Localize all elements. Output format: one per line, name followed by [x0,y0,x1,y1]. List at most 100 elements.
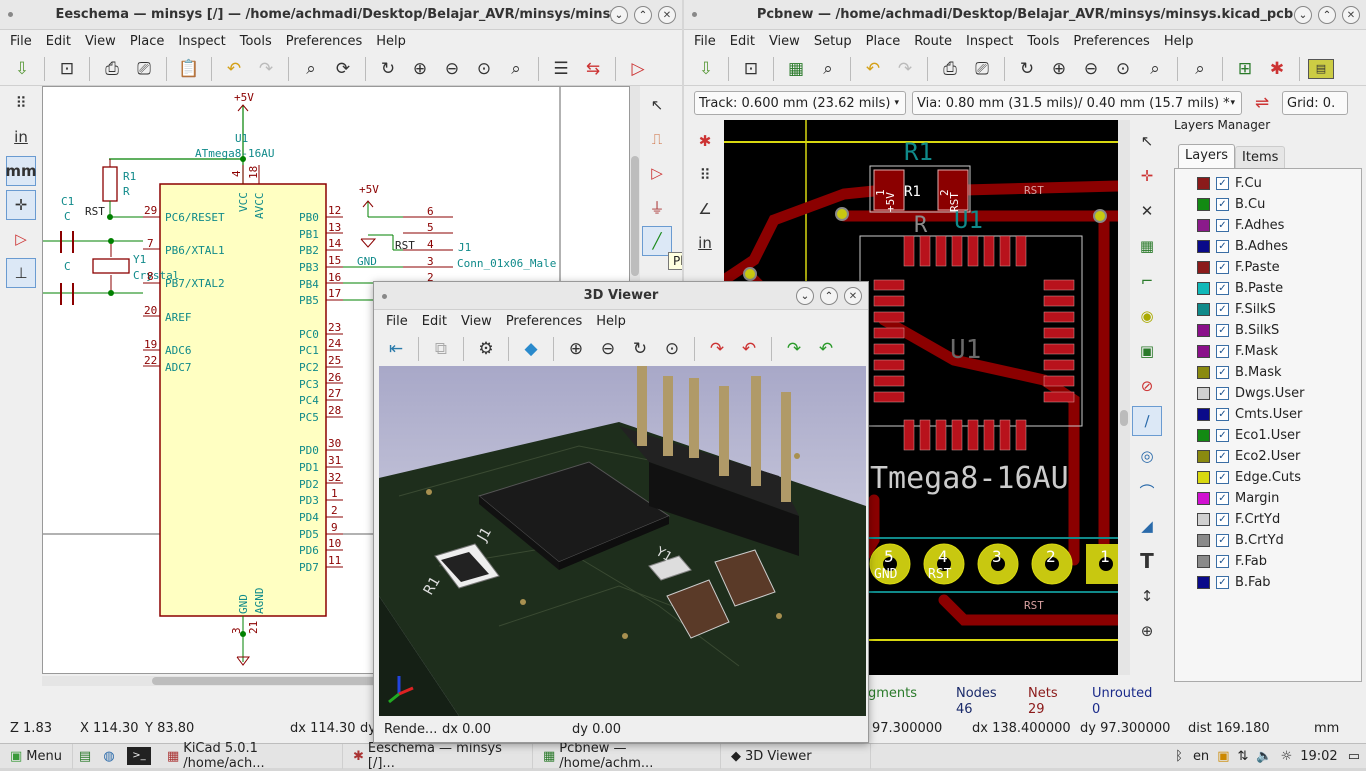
add-zone-icon[interactable]: ▣ [1132,336,1162,366]
tab-layers[interactable]: Layers [1178,144,1236,168]
auto-width-icon[interactable]: ⇌ [1248,89,1276,117]
layer-row-f-cu[interactable]: ✓ F.Cu [1175,173,1361,194]
layer-color-swatch[interactable] [1197,366,1210,379]
save-icon[interactable]: ⇩ [692,55,720,83]
page-settings-icon[interactable]: ⊡ [53,55,81,83]
layer-visibility-checkbox[interactable]: ✓ [1216,198,1229,211]
print-icon[interactable]: ⎙ [936,55,964,83]
reload-board-icon[interactable]: ⇤ [382,335,410,363]
layer-row-f-fab[interactable]: ✓ F.Fab [1175,551,1361,572]
layer-visibility-checkbox[interactable]: ✓ [1216,303,1229,316]
zoom-fit-icon[interactable]: ⊙ [658,335,686,363]
layer-row-b-paste[interactable]: ✓ B.Paste [1175,278,1361,299]
add-footprint-icon[interactable]: ▦ [1132,231,1162,261]
layer-color-swatch[interactable] [1197,240,1210,253]
layer-row-f-silks[interactable]: ✓ F.SilkS [1175,299,1361,320]
terminal-icon[interactable]: >_ [127,747,151,765]
raytrace-cube-icon[interactable]: ◆ [517,335,545,363]
layer-color-swatch[interactable] [1197,450,1210,463]
close-button[interactable]: ✕ [844,287,862,305]
menu-view[interactable]: View [461,314,492,329]
zoom-out-icon[interactable]: ⊖ [1077,55,1105,83]
maximize-button[interactable]: ⌃ [820,287,838,305]
menu-tools[interactable]: Tools [1027,34,1059,49]
menu-setup[interactable]: Setup [814,34,852,49]
route-track-icon[interactable]: ⌐ [1132,266,1162,296]
layer-visibility-checkbox[interactable]: ✓ [1216,492,1229,505]
layer-color-swatch[interactable] [1197,408,1210,421]
undo-icon[interactable]: ↶ [859,55,887,83]
layer-visibility-checkbox[interactable]: ✓ [1216,324,1229,337]
layer-color-swatch[interactable] [1197,324,1210,337]
print-icon[interactable]: ⎙ [98,55,126,83]
layer-row-b-fab[interactable]: ✓ B.Fab [1175,572,1361,593]
zoom-out-icon[interactable]: ⊖ [594,335,622,363]
layer-color-swatch[interactable] [1197,303,1210,316]
menu-help[interactable]: Help [376,34,406,49]
layer-visibility-checkbox[interactable]: ✓ [1216,366,1229,379]
redo-icon[interactable]: ↷ [252,55,280,83]
select-tool-icon[interactable]: ↖ [1132,126,1162,156]
maximize-button[interactable]: ⌃ [1318,6,1336,24]
layer-visibility-checkbox[interactable]: ✓ [1216,219,1229,232]
add-circle-icon[interactable]: ◎ [1132,441,1162,471]
layer-row-cmts-user[interactable]: ✓ Cmts.User [1175,404,1361,425]
browser-icon[interactable]: ◍ [97,749,121,764]
layer-select-icon[interactable]: ▤ [1308,58,1334,79]
menu-help[interactable]: Help [596,314,626,329]
highlight-net-icon[interactable]: ⎍ [642,124,672,154]
layer-visibility-checkbox[interactable]: ✓ [1216,177,1229,190]
tab-items[interactable]: Items [1235,146,1286,168]
layer-row-f-adhes[interactable]: ✓ F.Adhes [1175,215,1361,236]
find-icon[interactable]: ⌕ [1186,55,1214,83]
add-dimension-icon[interactable]: ↕ [1132,581,1162,611]
units-inch-icon[interactable]: in [690,228,720,258]
files-icon[interactable]: ▤ [73,749,97,764]
menu-preferences[interactable]: Preferences [286,34,362,49]
clipboard-icon[interactable]: ▣ [1217,749,1229,764]
layer-color-swatch[interactable] [1197,387,1210,400]
start-menu-button[interactable]: ▣ Menu [0,743,73,769]
layer-color-swatch[interactable] [1197,429,1210,442]
menu-place[interactable]: Place [130,34,165,49]
layer-visibility-checkbox[interactable]: ✓ [1216,387,1229,400]
menu-view[interactable]: View [85,34,116,49]
add-power-icon[interactable]: ⏚ [642,192,672,222]
minimize-button[interactable]: ⌄ [796,287,814,305]
menu-preferences[interactable]: Preferences [1073,34,1149,49]
zoom-selection-icon[interactable]: ⌕ [1141,55,1169,83]
footprint-viewer-icon[interactable]: ⌕ [814,55,842,83]
task-kicad[interactable]: ▦ KiCad 5.0.1 /home/ach... [157,741,343,771]
maximize-button[interactable]: ⌃ [634,6,652,24]
menu-edit[interactable]: Edit [730,34,755,49]
copy-image-icon[interactable]: ⧉ [427,335,455,363]
menu-inspect[interactable]: Inspect [178,34,225,49]
layer-row-eco2-user[interactable]: ✓ Eco2.User [1175,446,1361,467]
minimize-button[interactable]: ⌄ [1294,6,1312,24]
layer-visibility-checkbox[interactable]: ✓ [1216,408,1229,421]
eeschema-titlebar[interactable]: Eeschema — minsys [/] — /home/achmadi/De… [0,0,682,30]
layer-row-dwgs-user[interactable]: ✓ Dwgs.User [1175,383,1361,404]
menu-help[interactable]: Help [1164,34,1194,49]
volume-icon[interactable]: 🔈 [1256,749,1272,764]
layer-row-b-mask[interactable]: ✓ B.Mask [1175,362,1361,383]
units-mm-icon[interactable]: mm [5,156,37,186]
layer-color-swatch[interactable] [1197,261,1210,274]
zoom-in-icon[interactable]: ⊕ [562,335,590,363]
close-button[interactable]: ✕ [1342,6,1360,24]
minimize-button[interactable]: ⌄ [610,6,628,24]
menu-inspect[interactable]: Inspect [966,34,1013,49]
rotate-y-ccw-icon[interactable]: ↶ [812,335,840,363]
layer-color-swatch[interactable] [1197,555,1210,568]
layer-color-swatch[interactable] [1197,198,1210,211]
layer-visibility-checkbox[interactable]: ✓ [1216,429,1229,442]
refresh-icon[interactable]: ↻ [374,55,402,83]
zoom-out-icon[interactable]: ⊖ [438,55,466,83]
redo-icon[interactable]: ↷ [891,55,919,83]
network-icon[interactable]: ⇅ [1237,749,1248,764]
layer-row-b-cu[interactable]: ✓ B.Cu [1175,194,1361,215]
layer-color-swatch[interactable] [1197,576,1210,589]
add-arc-icon[interactable]: ⌒ [1132,476,1162,506]
add-symbol-icon[interactable]: ▷ [642,158,672,188]
menu-route[interactable]: Route [914,34,952,49]
